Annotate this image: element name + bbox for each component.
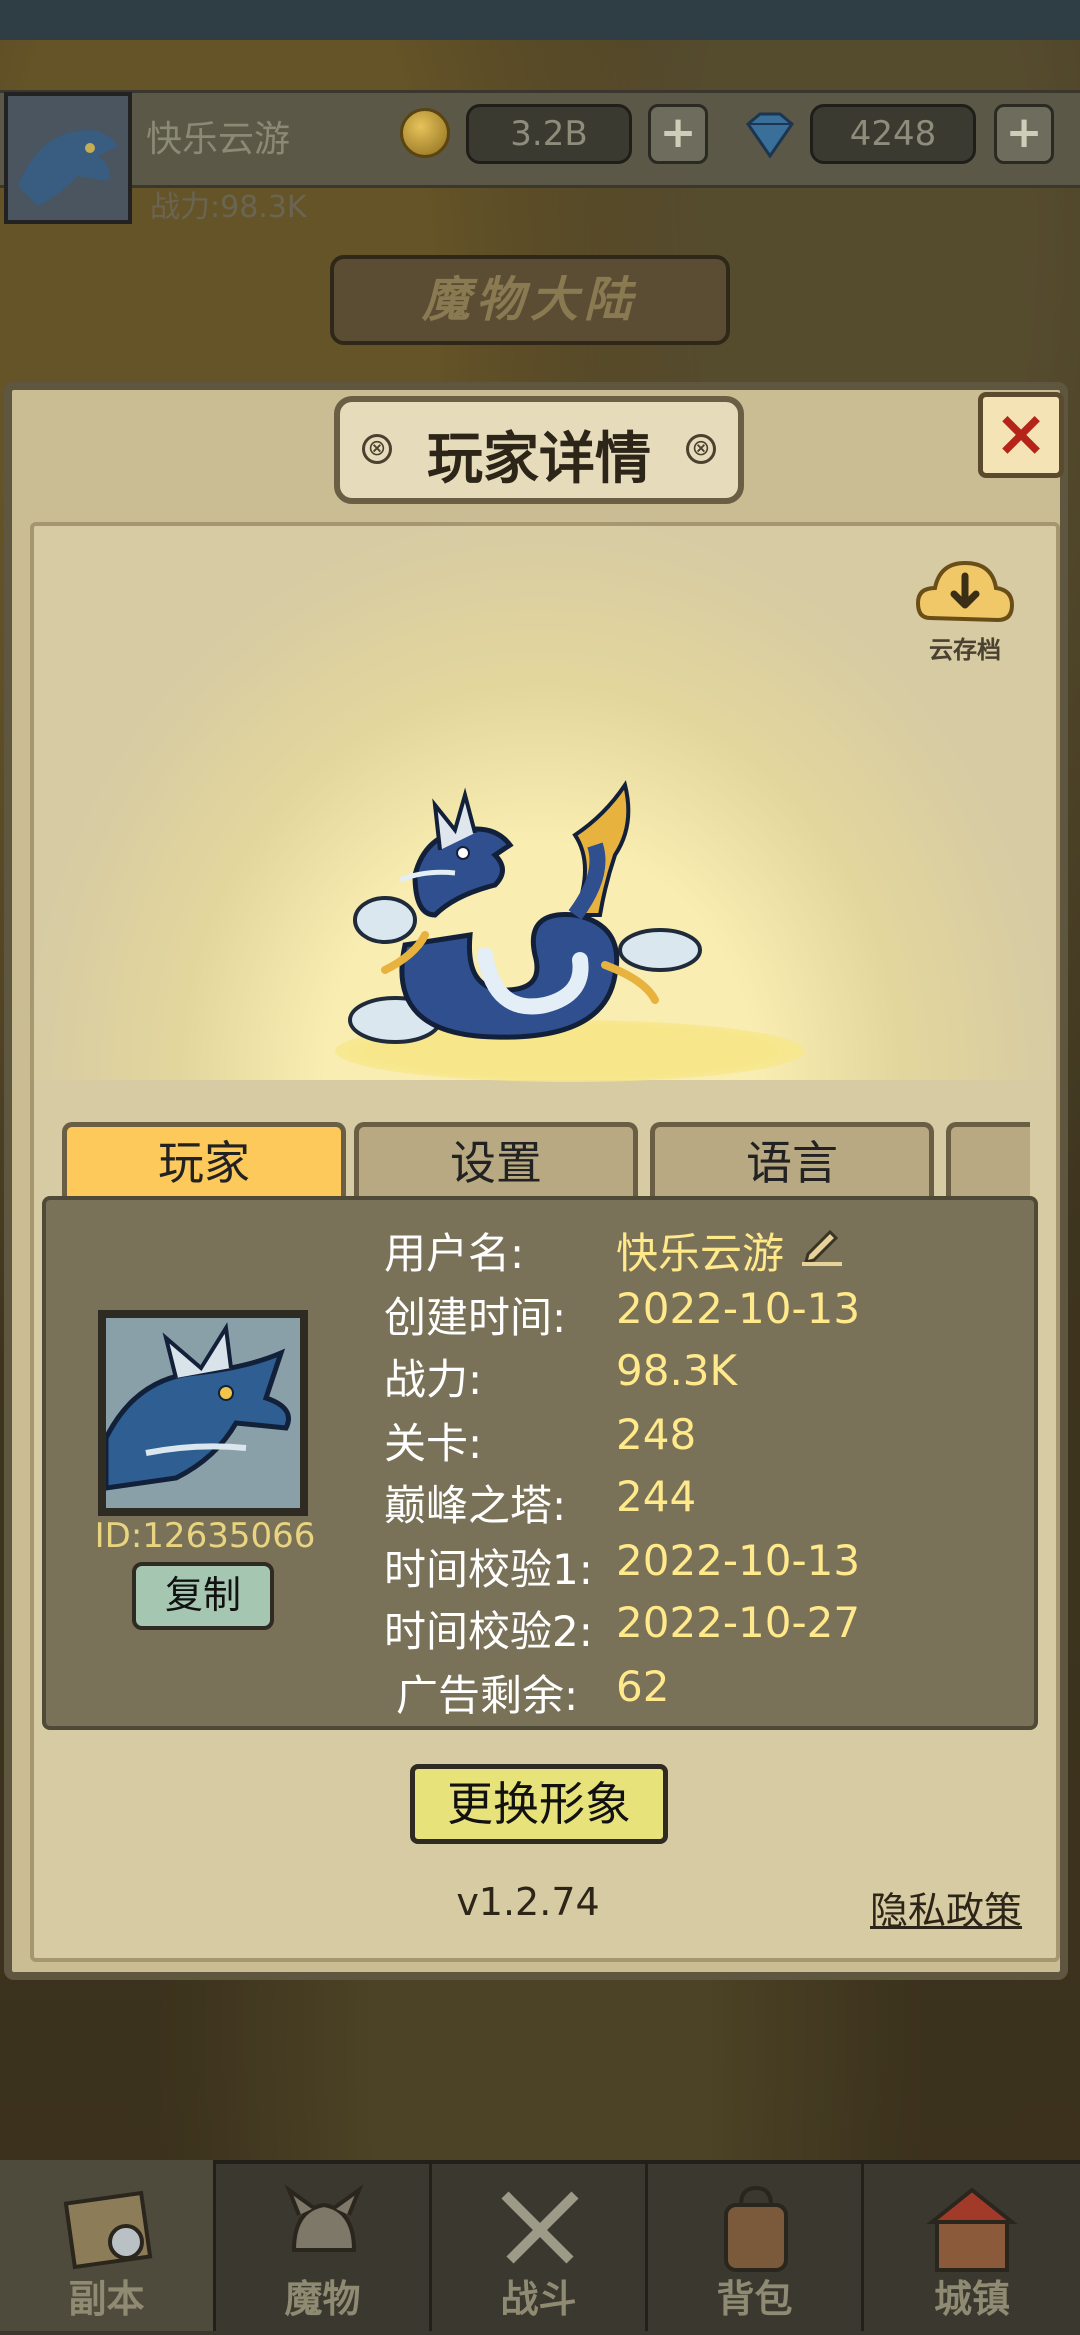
- dragon-avatar-icon: [8, 96, 128, 220]
- crossed-swords-icon: [501, 2191, 579, 2264]
- time-check2-value: 2022-10-27: [616, 1598, 861, 1647]
- power-stat-value: 98.3K: [616, 1346, 738, 1395]
- nav-label: 城镇: [933, 2277, 1010, 2321]
- nav-battle[interactable]: 战斗: [432, 2160, 648, 2331]
- copy-id-button[interactable]: 复制: [132, 1562, 274, 1630]
- add-gems-button[interactable]: +: [994, 104, 1054, 164]
- ads-remaining-value: 62: [616, 1662, 670, 1711]
- tab-language[interactable]: 语言: [650, 1122, 934, 1202]
- player-avatar[interactable]: [4, 92, 132, 224]
- tower-value: 244: [616, 1472, 697, 1521]
- power-stat-label: 战力:: [384, 1355, 483, 1404]
- dialog-tabs: 玩家 设置 语言 联: [50, 1118, 1030, 1202]
- player-portrait: [98, 1310, 308, 1516]
- map-icon: [63, 2190, 153, 2270]
- nav-label: 背包: [716, 2277, 793, 2321]
- time-check1-label: 时间校验1:: [384, 1545, 593, 1594]
- add-coins-button[interactable]: +: [648, 104, 708, 164]
- created-value: 2022-10-13: [616, 1284, 861, 1333]
- tab-player[interactable]: 玩家: [62, 1122, 346, 1202]
- gem-amount: 4248: [810, 104, 976, 164]
- nav-label: 副本: [68, 2277, 145, 2321]
- monster-icon: [284, 2184, 364, 2252]
- nav-backpack[interactable]: 背包: [648, 2160, 864, 2331]
- nav-label: 战斗: [500, 2277, 577, 2321]
- tab-settings[interactable]: 设置: [354, 1122, 638, 1202]
- stage-label: 关卡:: [384, 1419, 483, 1468]
- username-label: 用户名:: [384, 1229, 525, 1278]
- cloud-save-label: 云存档: [929, 636, 1001, 664]
- diamond-icon: [745, 112, 795, 159]
- status-strip: [0, 0, 1080, 40]
- backpack-icon: [724, 2185, 788, 2272]
- time-check1-value: 2022-10-13: [616, 1536, 861, 1585]
- username-value: 快乐云游: [616, 1229, 785, 1278]
- created-label: 创建时间:: [384, 1293, 567, 1342]
- bolt-icon: ⊗: [686, 434, 716, 464]
- edit-pencil-icon[interactable]: [798, 1220, 846, 1268]
- stage-value: 248: [616, 1410, 697, 1459]
- close-button[interactable]: ×: [978, 392, 1064, 478]
- ads-remaining-label: 广告剩余:: [396, 1671, 579, 1720]
- coin-icon: [400, 108, 450, 158]
- dragon-portrait-icon: [103, 1318, 300, 1508]
- nav-label: 魔物: [284, 2277, 361, 2321]
- nav-town[interactable]: 城镇: [864, 2160, 1080, 2331]
- version-label: v1.2.74: [456, 1880, 600, 1924]
- change-avatar-button[interactable]: 更换形象: [410, 1764, 668, 1844]
- region-banner: 魔物大陆: [330, 255, 730, 345]
- dragon-character: [348, 780, 702, 1044]
- dialog-title: 玩家详情: [427, 427, 651, 492]
- privacy-policy-link[interactable]: 隐私政策: [870, 1880, 1022, 1935]
- dialog-title-plate: ⊗ 玩家详情 ⊗: [334, 396, 744, 504]
- nav-dungeon[interactable]: 副本: [0, 2160, 216, 2331]
- nav-monsters[interactable]: 魔物: [216, 2160, 432, 2331]
- player-id: ID:12635066: [94, 1516, 316, 1556]
- coin-amount: 3.2B: [466, 104, 632, 164]
- time-check2-label: 时间校验2:: [384, 1607, 593, 1656]
- town-icon: [926, 2187, 1018, 2272]
- power-label: 战力:98.3K: [150, 190, 307, 225]
- player-name: 快乐云游: [146, 119, 291, 160]
- tab-contact[interactable]: 联: [946, 1122, 1030, 1202]
- tower-label: 巅峰之塔:: [384, 1481, 567, 1530]
